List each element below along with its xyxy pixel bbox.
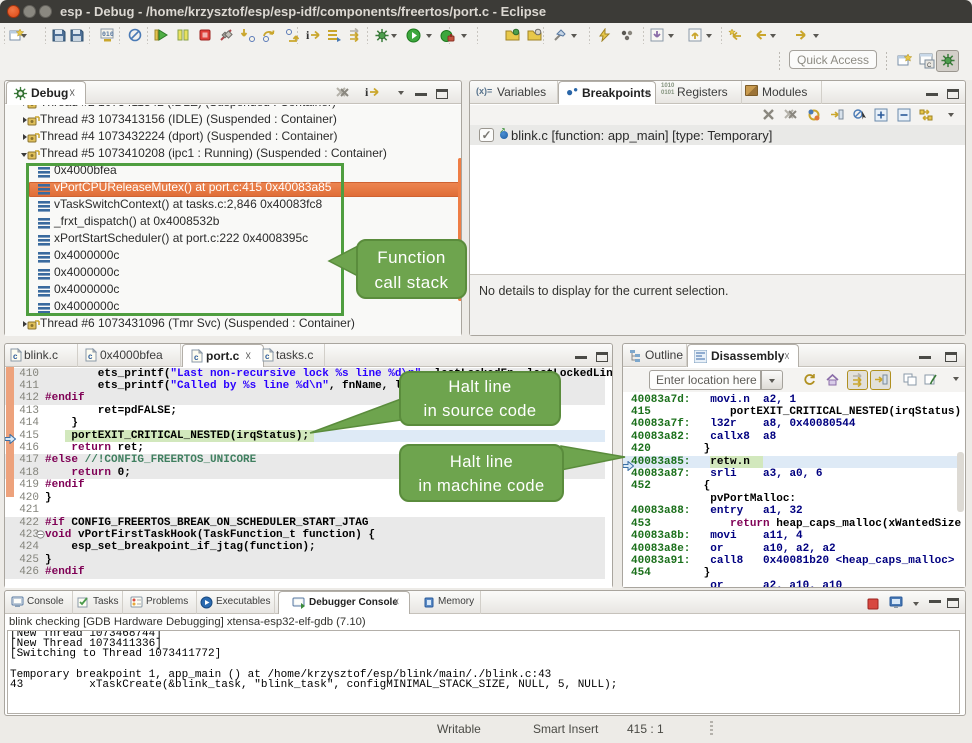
svg-text:i: i [365, 85, 369, 99]
svg-text:c: c [13, 352, 18, 361]
svg-text:i: i [306, 28, 310, 42]
svg-text:010: 010 [102, 30, 114, 38]
svg-text:C: C [927, 63, 932, 69]
svg-text:c: c [194, 353, 199, 362]
svg-text:c: c [88, 352, 93, 361]
svg-text:c: c [265, 352, 270, 361]
